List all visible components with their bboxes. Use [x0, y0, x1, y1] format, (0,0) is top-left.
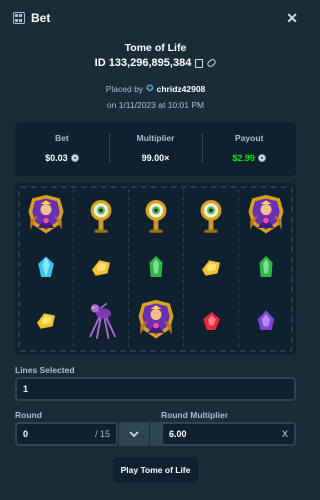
chevron-down-icon [129, 431, 139, 438]
reel-divider [73, 189, 74, 349]
link-icon[interactable] [206, 57, 218, 69]
reel-symbol-eye-lamp [186, 191, 236, 241]
reel-symbol-queen [131, 296, 181, 346]
reel-symbol-red-gem [186, 296, 236, 346]
play-game-button[interactable]: Play Tome of Life [113, 457, 198, 483]
eye-lamp-icon [200, 200, 222, 233]
round-input[interactable]: 0 / 15 [15, 422, 118, 446]
modal-title: Bet [31, 11, 51, 25]
eye-lamp-icon [90, 200, 112, 233]
game-title[interactable]: Tome of Life [0, 42, 311, 54]
reel-symbol-green-gem [131, 243, 181, 293]
reel-divider [238, 189, 239, 349]
stat-bet-value: $0.03 [45, 152, 68, 163]
green-gem-icon [259, 256, 273, 277]
reel-divider [128, 189, 129, 349]
bet-id: ID 133,296,895,384 [94, 57, 192, 69]
stat-multiplier: Multiplier 99.00× [108, 132, 203, 166]
round-multiplier-value: 6.00 [169, 429, 187, 439]
green-gem-icon [149, 256, 163, 277]
eye-lamp-icon [145, 200, 167, 233]
queen-icon [248, 194, 284, 234]
copy-icon[interactable] [195, 58, 204, 68]
yellow-gem-icon [92, 260, 110, 276]
reel-symbol-blue-gem [21, 243, 71, 293]
round-value: 0 [23, 429, 29, 439]
round-total: / 15 [94, 429, 110, 439]
lines-value: 1 [23, 384, 29, 394]
slot-reels [15, 183, 296, 355]
vip-star-icon: ✪ [146, 83, 154, 93]
round-multiplier-input: 6.00 X [161, 422, 296, 446]
currency-coin-icon [70, 153, 79, 162]
close-icon[interactable]: ✕ [286, 10, 298, 27]
lines-label: Lines Selected [15, 365, 75, 375]
placed-by-label: Placed by [105, 83, 144, 94]
stat-payout-label: Payout [235, 132, 264, 143]
purple-gem-icon [257, 310, 275, 330]
stat-multiplier-value: 99.00× [141, 152, 170, 163]
reel-symbol-queen [241, 191, 291, 241]
stat-payout-value: $2.99 [232, 152, 255, 163]
reel-symbol-yellow-gem [21, 296, 71, 346]
modal-header: Bet ✕ [0, 0, 311, 36]
yellow-gem-icon [37, 313, 55, 329]
stat-payout: Payout $2.99 [202, 132, 296, 166]
spider-icon [89, 302, 117, 339]
currency-coin-icon [257, 153, 266, 162]
stat-bet: Bet $0.03 [15, 133, 109, 166]
reel-symbol-spider [76, 296, 126, 346]
bet-stats-panel: Bet $0.03 Multiplier 99.00× Payout $2.99 [15, 122, 296, 176]
bet-id-row: ID 133,296,895,384 [0, 57, 311, 69]
placed-by-row: Placed by ✪ chridz42908 [0, 83, 311, 94]
stat-bet-label: Bet [54, 132, 69, 143]
red-gem-icon [203, 312, 220, 330]
round-multiplier-suffix: X [281, 429, 288, 439]
blue-gem-icon [38, 256, 54, 277]
lines-input[interactable]: 1 [15, 377, 296, 401]
reel-symbol-eye-lamp [131, 191, 181, 241]
reel-divider [183, 189, 184, 349]
round-label: Round [15, 410, 42, 420]
stat-multiplier-label: Multiplier [136, 132, 175, 143]
round-down-button[interactable] [119, 422, 149, 446]
reel-symbol-purple-gem [241, 296, 291, 346]
yellow-gem-icon [202, 260, 220, 276]
reel-symbol-eye-lamp [76, 191, 126, 241]
stat-payout-value-wrap: $2.99 [232, 153, 266, 163]
reel-symbol-queen [21, 191, 71, 241]
queen-icon [138, 299, 174, 339]
stat-bet-value-wrap: $0.03 [45, 153, 79, 163]
bet-icon [13, 12, 25, 24]
username-link[interactable]: chridz42908 [157, 84, 206, 94]
reel-symbol-green-gem [241, 243, 291, 293]
reel-symbol-yellow-gem [76, 243, 126, 293]
reel-symbol-yellow-gem [186, 243, 236, 293]
queen-icon [28, 194, 64, 234]
round-multiplier-label: Round Multiplier [161, 410, 229, 420]
bet-date: on 1/11/2023 at 10:01 PM [106, 100, 205, 110]
